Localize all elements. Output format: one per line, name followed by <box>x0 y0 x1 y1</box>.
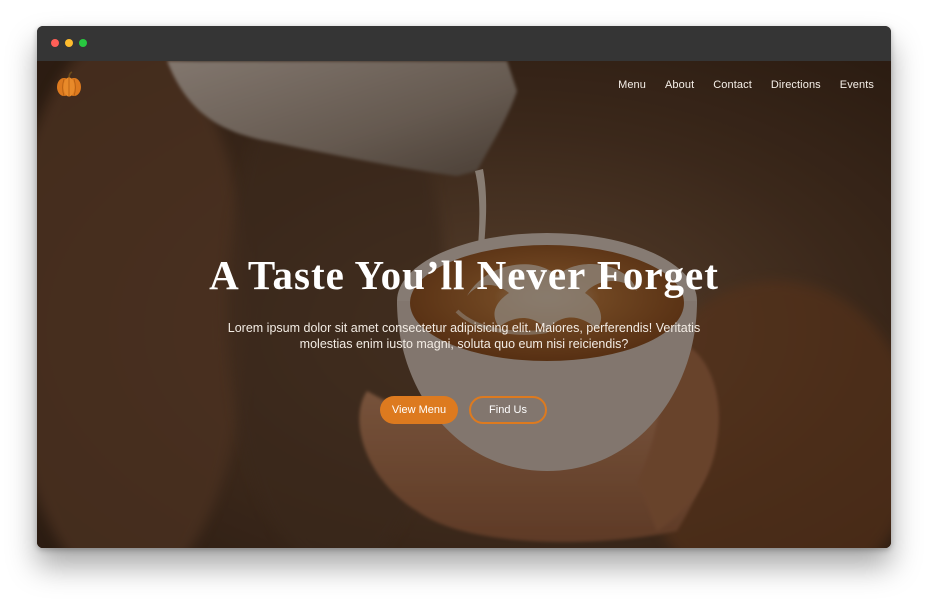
window-titlebar <box>37 26 891 61</box>
nav-link-events[interactable]: Events <box>840 79 874 91</box>
find-us-button[interactable]: Find Us <box>469 396 547 424</box>
minimize-window-button[interactable] <box>65 39 73 47</box>
hero-subtitle: Lorem ipsum dolor sit amet consectetur a… <box>227 321 701 351</box>
nav-link-directions[interactable]: Directions <box>771 79 821 91</box>
browser-window: Menu About Contact Directions Events A T… <box>37 26 891 548</box>
main-navigation: Menu About Contact Directions Events <box>599 79 874 91</box>
hero-section: Menu About Contact Directions Events A T… <box>37 61 891 548</box>
view-menu-button[interactable]: View Menu <box>380 396 458 424</box>
hero-title: A Taste You’ll Never Forget <box>209 252 719 298</box>
pumpkin-icon[interactable] <box>55 71 83 99</box>
close-window-button[interactable] <box>51 39 59 47</box>
nav-link-menu[interactable]: Menu <box>618 79 646 91</box>
nav-link-contact[interactable]: Contact <box>713 79 752 91</box>
hero-dark-overlay <box>37 61 891 548</box>
nav-link-about[interactable]: About <box>665 79 694 91</box>
maximize-window-button[interactable] <box>79 39 87 47</box>
